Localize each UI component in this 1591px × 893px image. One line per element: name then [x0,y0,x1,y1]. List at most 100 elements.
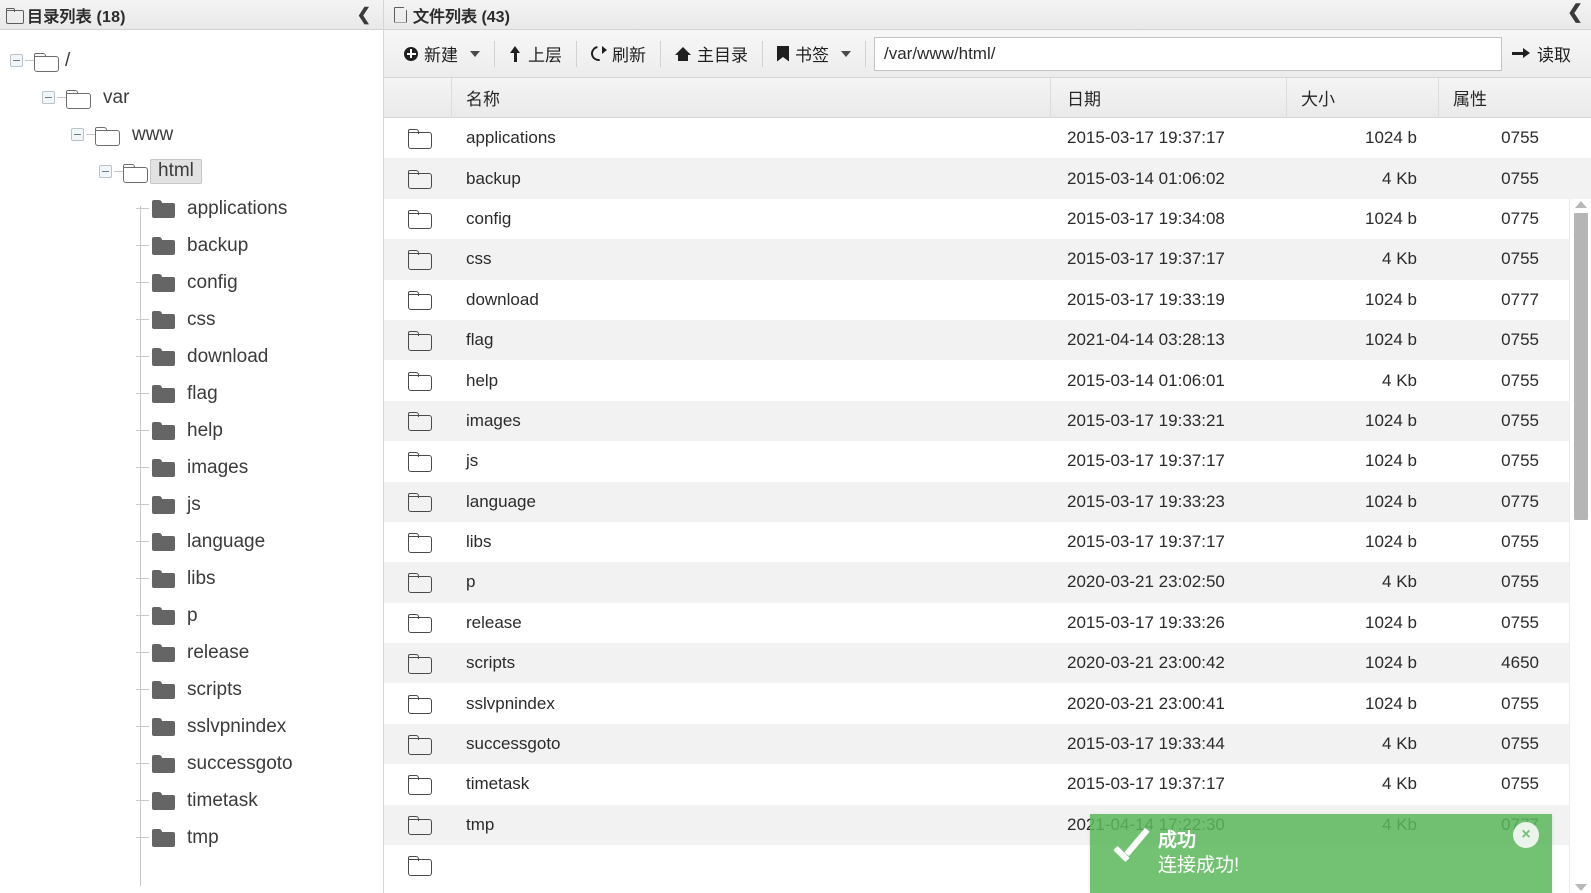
table-row[interactable]: timetask 2015-03-17 19:37:17 4 Kb 0755 [384,764,1591,804]
file-list-scrollbar[interactable] [1569,199,1591,893]
tree-node-label: applications [187,197,288,219]
scroll-up-icon[interactable] [1574,201,1587,208]
scroll-down-icon[interactable] [1574,884,1587,891]
folder-icon [408,290,432,311]
collapse-toggle-icon[interactable] [71,128,84,141]
tree-node-www[interactable]: www [0,116,383,153]
tree-node-var[interactable]: var [0,79,383,116]
folder-icon [408,169,432,190]
refresh-button[interactable]: 刷新 [577,37,660,71]
cell-name[interactable]: applications [452,118,1051,158]
cell-name[interactable]: config [452,199,1051,239]
cell-name[interactable]: images [452,401,1051,441]
cell-name[interactable]: libs [452,522,1051,562]
read-button[interactable]: 读取 [1508,41,1581,66]
table-row[interactable]: flag 2021-04-14 03:28:13 1024 b 0755 [384,319,1591,361]
tree-node-item[interactable]: download [0,338,383,375]
table-row[interactable]: js 2015-03-17 19:37:17 1024 b 0755 [384,441,1591,481]
cell-name[interactable]: scripts [452,643,1051,683]
tree-node-item[interactable]: config [0,264,383,301]
cell-name[interactable]: release [452,603,1051,643]
tree-node-item[interactable]: applications [0,190,383,227]
tree-node-item[interactable]: backup [0,227,383,264]
column-header-size[interactable]: 大小 [1287,77,1439,118]
chevron-up-icon[interactable]: ❮ [1567,3,1583,22]
cell-name[interactable]: successgoto [452,724,1051,764]
folder-icon [408,129,432,149]
cell-name[interactable]: language [452,482,1051,522]
arrow-right-icon [1512,47,1530,61]
column-header-date[interactable]: 日期 [1051,77,1287,118]
table-row[interactable]: libs 2015-03-17 19:37:17 1024 b 0755 [384,522,1591,562]
tree-node-item[interactable]: css [0,301,383,338]
cell-name[interactable]: sslvpnindex [452,683,1051,723]
home-button[interactable]: 主目录 [661,37,762,71]
cell-size: 4 Kb [1382,168,1417,188]
cell-name[interactable]: tmp [452,805,1051,845]
folder-icon [408,250,432,270]
tree-node-item[interactable]: help [0,412,383,449]
table-row[interactable]: css 2015-03-17 19:37:17 4 Kb 0755 [384,239,1591,280]
tree-connector [128,393,152,394]
folder-icon [152,384,175,403]
cell-name[interactable]: flag [452,320,1051,360]
column-header-name[interactable]: 名称 [452,77,1051,118]
scrollbar-thumb[interactable] [1574,213,1588,520]
table-row[interactable]: config 2015-03-17 19:34:08 1024 b 0775 [384,199,1591,239]
column-header-attr[interactable]: 属性 [1439,78,1591,118]
cell-name[interactable]: js [452,441,1051,481]
tree-node-item[interactable]: successgoto [0,745,383,782]
chevron-left-icon[interactable]: ❮ [353,6,375,23]
table-row[interactable]: release 2015-03-17 19:33:26 1024 b 0755 [384,603,1591,643]
cell-name[interactable]: p [452,562,1051,602]
close-icon[interactable]: × [1513,822,1539,848]
cell-name[interactable]: help [452,360,1051,400]
new-button[interactable]: 新建 [390,37,494,71]
tree-node-item[interactable]: sslvpnindex [0,708,383,745]
tree-node-item[interactable]: tmp [0,819,383,856]
tree-node-item[interactable]: language [0,523,383,560]
cell-name[interactable]: timetask [452,764,1051,804]
cell-date: 2015-03-14 01:06:01 [1067,370,1225,390]
tree-node-item[interactable]: flag [0,375,383,412]
table-row[interactable]: backup 2015-03-14 01:06:02 4 Kb 0755 [384,158,1591,199]
table-row[interactable]: sslvpnindex 2020-03-21 23:00:41 1024 b 0755 [384,683,1591,723]
tree-node-item[interactable]: libs [0,560,383,597]
collapse-toggle-icon[interactable] [42,91,55,104]
tree-node-root[interactable]: / [0,42,383,79]
table-row[interactable]: applications 2015-03-17 19:37:17 1024 b 075… [384,118,1591,158]
folder-icon [408,654,432,674]
table-row[interactable]: help 2015-03-14 01:06:01 4 Kb 0755 [384,360,1591,400]
tree-node-html[interactable]: html [0,153,383,190]
check-icon [1108,831,1154,877]
table-row[interactable]: download 2015-03-17 19:33:19 1024 b 0777 [384,280,1591,320]
bookmark-button[interactable]: 书签 [763,37,865,71]
chevron-down-icon[interactable] [841,50,851,57]
path-input[interactable] [874,36,1502,71]
tree-node-item[interactable]: release [0,634,383,671]
row-icon-cell [384,118,452,158]
table-row[interactable]: p 2020-03-21 23:02:50 4 Kb 0755 [384,562,1591,603]
tree-node-item[interactable]: scripts [0,671,383,708]
file-table-body: applications 2015-03-17 19:37:17 1024 b 075… [384,118,1591,893]
tree-connector [86,134,95,135]
table-row[interactable]: scripts 2020-03-21 23:00:42 1024 b 4650 [384,643,1591,684]
up-button[interactable]: 上层 [495,37,576,71]
tree-node-item[interactable]: timetask [0,782,383,819]
collapse-toggle-icon[interactable] [99,165,112,178]
cell-name[interactable]: css [452,239,1051,279]
table-row[interactable]: successgoto 2015-03-17 19:33:44 4 Kb 0755 [384,723,1591,765]
tree-connector [128,319,152,320]
tree-node-label: scripts [187,678,242,700]
cell-name[interactable]: backup [452,158,1051,198]
collapse-toggle-icon[interactable] [10,54,23,67]
cell-name[interactable]: download [452,280,1051,320]
tree-node-item[interactable]: js [0,486,383,523]
tree-node-item[interactable]: p [0,597,383,634]
chevron-down-icon[interactable] [470,50,480,57]
folder-icon [408,573,432,593]
directory-tree-scroll[interactable]: / var www html applications backup confi… [0,30,383,893]
tree-node-item[interactable]: images [0,449,383,486]
table-row[interactable]: images 2015-03-17 19:33:21 1024 b 0755 [384,400,1591,442]
table-row[interactable]: language 2015-03-17 19:33:23 1024 b 0775 [384,481,1591,522]
